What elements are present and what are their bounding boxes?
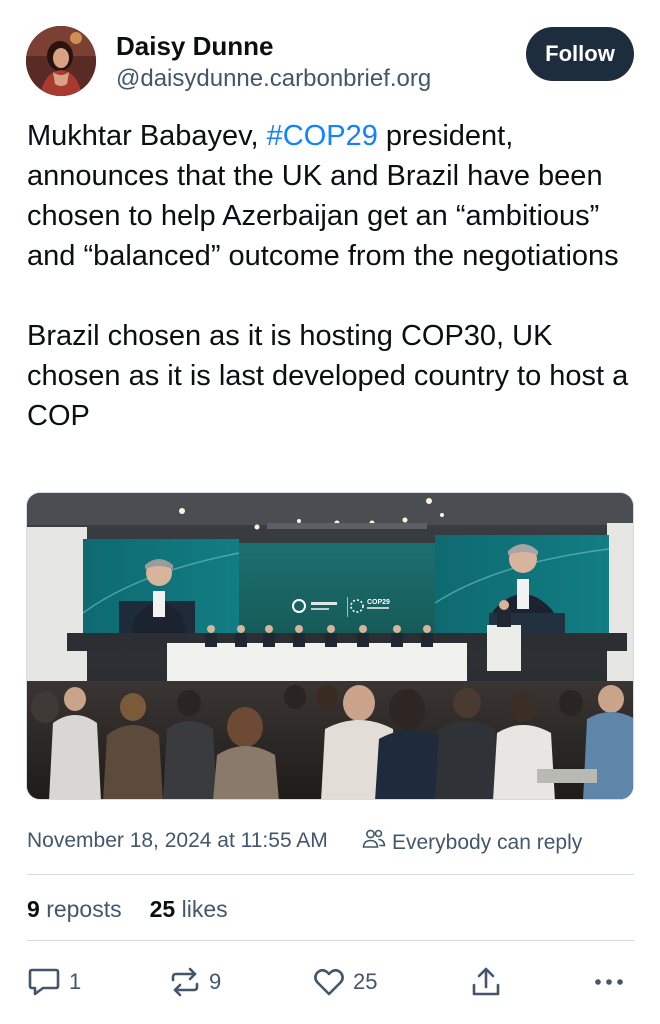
display-name[interactable]: Daisy Dunne [116, 30, 274, 62]
hashtag-link[interactable]: #COP29 [267, 120, 378, 152]
action-bar: 1 9 25 [27, 962, 634, 1002]
reposts-count-link[interactable]: 9 reposts [27, 895, 122, 923]
heart-icon [313, 967, 345, 997]
like-button[interactable]: 25 [313, 962, 377, 1002]
reposts-label: reposts [46, 896, 122, 922]
reply-icon [27, 966, 61, 998]
screen-logo-text: COP29 [367, 599, 390, 606]
post-image[interactable]: COP29 [26, 492, 634, 800]
avatar-image [26, 26, 96, 96]
post: Daisy Dunne @daisydunne.carbonbrief.org … [0, 0, 660, 1024]
more-icon [593, 977, 625, 987]
avatar[interactable] [26, 26, 96, 96]
repost-icon [169, 966, 201, 998]
likes-label: likes [181, 896, 228, 922]
like-count: 25 [353, 969, 378, 994]
post-text: Mukhtar Babayev, #COP29 president, annou… [27, 116, 642, 436]
engagement-counts: 9 reposts 25 likes [27, 895, 228, 923]
repost-button[interactable]: 9 [169, 962, 221, 1002]
share-icon [471, 966, 501, 998]
handle[interactable]: @daisydunne.carbonbrief.org [116, 64, 431, 94]
likes-count: 25 [149, 896, 176, 922]
post-paragraph-2: Brazil chosen as it is hosting COP30, UK… [27, 320, 629, 432]
share-button[interactable] [471, 962, 501, 1002]
likes-count-link[interactable]: 25 likes [150, 895, 228, 923]
reply-button[interactable]: 1 [27, 962, 81, 1002]
more-options-button[interactable] [593, 962, 625, 1002]
post-paragraph-1: Mukhtar Babayev, #COP29 president, annou… [27, 116, 642, 276]
repost-count: 9 [209, 969, 222, 994]
divider [27, 874, 634, 875]
divider [27, 940, 634, 941]
reply-setting: Everybody can reply [362, 828, 582, 857]
post-timestamp[interactable]: November 18, 2024 at 11:55 AM [27, 828, 328, 854]
people-icon [362, 828, 386, 857]
reposts-count: 9 [27, 896, 40, 922]
follow-button[interactable]: Follow [526, 27, 634, 81]
reply-setting-label: Everybody can reply [392, 830, 583, 854]
post-text-segment: Mukhtar Babayev, [27, 120, 267, 152]
reply-count: 1 [69, 969, 82, 994]
